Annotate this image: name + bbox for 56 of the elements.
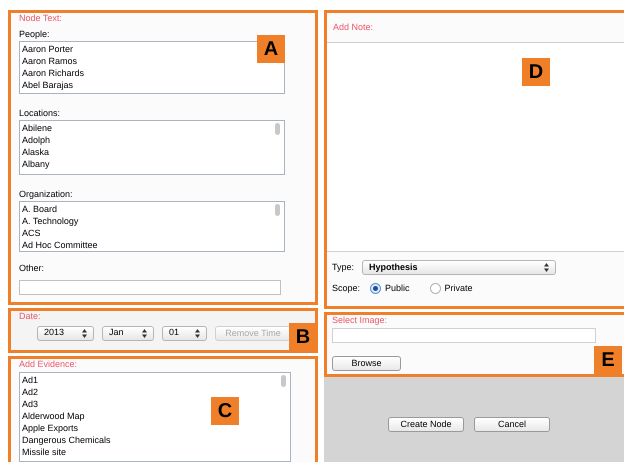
list-item[interactable]: ACS — [22, 227, 41, 239]
section-title: Add Evidence: — [19, 360, 78, 369]
list-item[interactable]: Apple Exports — [22, 422, 78, 434]
field-label: Type: — [332, 260, 354, 274]
list-item[interactable]: Ad3 — [22, 398, 38, 410]
stepper-icon — [544, 263, 550, 272]
list-box[interactable]: A. Board A. Technology ACS Ad Hoc Committee — [19, 201, 285, 252]
dropdown[interactable]: Hypothesis — [362, 260, 556, 275]
section-title: Date: — [19, 312, 42, 321]
list-item[interactable]: Alaska — [22, 146, 50, 158]
list-item[interactable]: A. Technology — [22, 215, 78, 227]
callout-label: E — [594, 346, 622, 374]
note-field[interactable] — [327, 42, 624, 252]
dropdown[interactable]: Jan — [102, 326, 154, 341]
other-field[interactable] — [19, 280, 281, 295]
section-title: Select Image: — [332, 316, 388, 325]
scrollbar-thumb[interactable] — [281, 375, 286, 387]
stepper-icon — [142, 328, 147, 338]
list-item[interactable]: Aaron Richards — [22, 67, 84, 79]
dropdown[interactable]: 2013 — [37, 326, 94, 341]
push-button[interactable]: Create Node — [388, 417, 464, 432]
callout-label: B — [289, 322, 317, 351]
list-item[interactable]: A. Board — [22, 203, 58, 215]
list-box[interactable]: Abilene Adolph Alaska Albany — [19, 120, 285, 175]
section-title: Node Text: — [19, 14, 63, 23]
callout-label: A — [257, 35, 285, 63]
list-item[interactable]: Abel Barajas — [22, 79, 74, 91]
radio-option[interactable]: Private — [430, 282, 473, 296]
push-button[interactable]: Browse — [332, 356, 401, 371]
field-label: Scope: — [332, 282, 360, 295]
radio-option[interactable]: Public — [370, 282, 410, 296]
list-item[interactable]: Aaron Ramos — [22, 55, 78, 67]
field-label: Locations: — [19, 107, 62, 119]
list-item[interactable]: Dangerous Chemicals — [22, 434, 111, 446]
scrollbar-thumb[interactable] — [275, 123, 280, 135]
callout-label: C — [211, 397, 239, 425]
push-button[interactable]: Cancel — [474, 417, 550, 432]
stepper-icon — [82, 328, 87, 338]
list-item[interactable]: Missile site — [22, 446, 66, 458]
stepper-icon — [195, 328, 200, 338]
list-item[interactable]: Ad2 — [22, 386, 38, 398]
list-item[interactable]: Albany — [22, 158, 50, 170]
list-item[interactable]: Abilene — [22, 122, 52, 134]
list-item[interactable]: Ad Hoc Committee — [22, 239, 98, 251]
dropdown[interactable]: 01 — [162, 326, 207, 341]
field-label: Other: — [19, 262, 46, 274]
field-label: People: — [19, 28, 51, 40]
list-item[interactable]: Adolph — [22, 134, 50, 146]
callout-label: D — [522, 58, 550, 86]
field-label: Organization: — [19, 188, 74, 200]
scrollbar-thumb[interactable] — [275, 204, 280, 216]
list-item[interactable]: Aaron Porter — [22, 43, 74, 55]
list-item[interactable]: Alderwood Map — [22, 410, 85, 422]
section-title: Add Note: — [333, 22, 374, 32]
image-path-field[interactable] — [332, 328, 596, 343]
list-item[interactable]: Ad1 — [22, 374, 38, 386]
